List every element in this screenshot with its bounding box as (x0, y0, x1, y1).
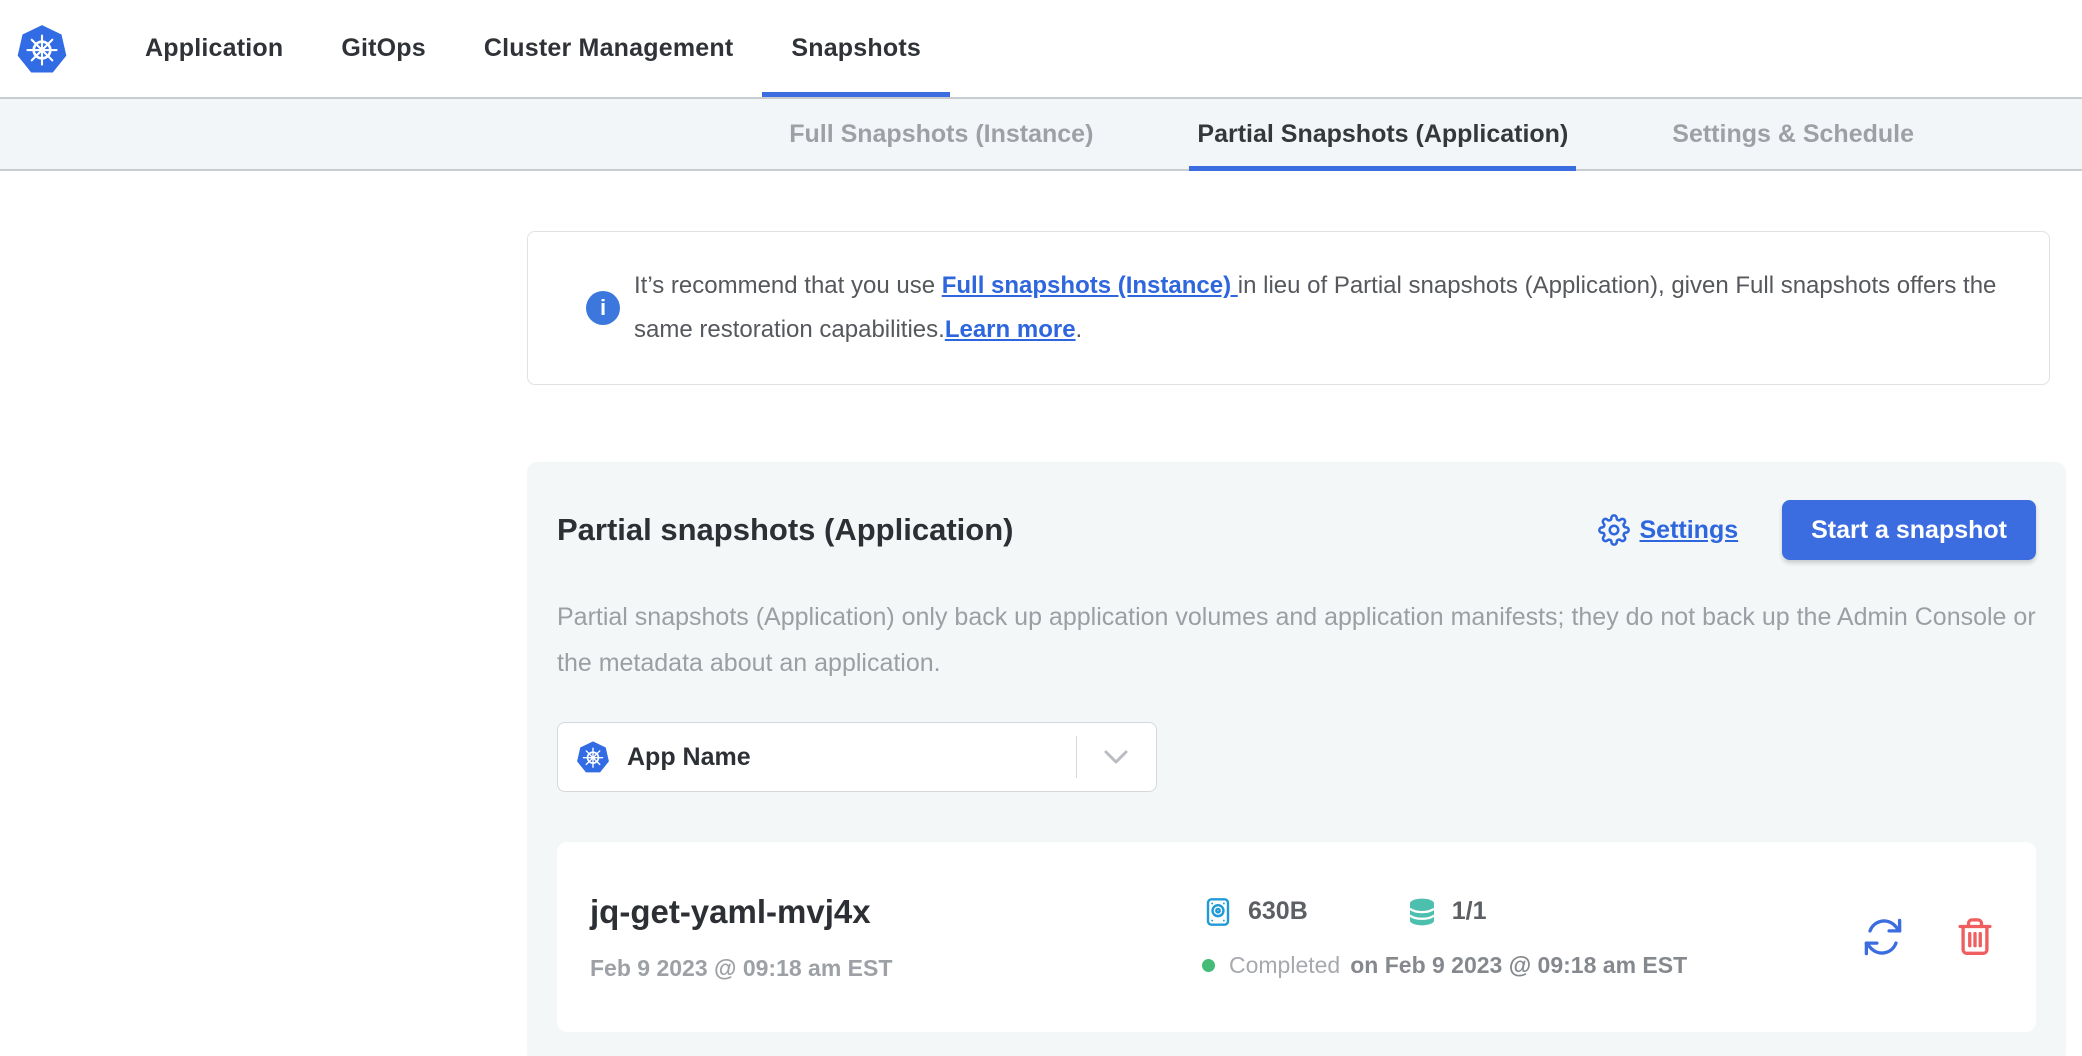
snapshot-volumes-metric: 1/1 (1406, 896, 1487, 928)
app-name-select[interactable]: App Name (557, 722, 1157, 792)
delete-snapshot-button[interactable] (1954, 916, 1996, 958)
trash-icon (1954, 916, 1996, 958)
nav-item-cluster-management[interactable]: Cluster Management (455, 0, 763, 97)
snapshot-volumes-value: 1/1 (1452, 897, 1487, 926)
nav-item-application[interactable]: Application (116, 0, 312, 97)
gear-icon (1598, 514, 1630, 546)
restore-icon (1862, 916, 1904, 958)
snapshot-finished-timestamp: on Feb 9 2023 @ 09:18 am EST (1350, 952, 1687, 979)
tab-partial-snapshots-application[interactable]: Partial Snapshots (Application) (1197, 99, 1568, 169)
snapshot-actions (1862, 916, 1996, 958)
snapshot-metrics-top: 630B 1/1 (1202, 896, 1862, 928)
primary-nav: Application GitOps Cluster Management Sn… (116, 0, 950, 97)
snapshot-metrics: 630B 1/1 (1202, 896, 1862, 979)
snapshot-status-line: Completed on Feb 9 2023 @ 09:18 am EST (1202, 952, 1862, 979)
snapshot-name: jq-get-yaml-mvj4x (590, 893, 1202, 931)
snapshot-size-value: 630B (1248, 897, 1308, 926)
panel-title: Partial snapshots (Application) (557, 512, 1598, 548)
snapshot-info: jq-get-yaml-mvj4x Feb 9 2023 @ 09:18 am … (590, 893, 1202, 982)
settings-link[interactable]: Settings (1598, 514, 1739, 546)
status-dot-icon (1202, 959, 1215, 972)
nav-item-snapshots[interactable]: Snapshots (762, 0, 950, 97)
snapshot-status: Completed (1229, 952, 1340, 979)
app-select-value: App Name (627, 743, 751, 772)
start-snapshot-button[interactable]: Start a snapshot (1782, 500, 2036, 560)
tab-settings-schedule[interactable]: Settings & Schedule (1672, 99, 1914, 169)
panel-description: Partial snapshots (Application) only bac… (557, 594, 2036, 686)
top-nav: Application GitOps Cluster Management Sn… (0, 0, 2082, 97)
info-icon: i (586, 291, 620, 325)
restore-snapshot-button[interactable] (1862, 916, 1904, 958)
snapshot-row: jq-get-yaml-mvj4x Feb 9 2023 @ 09:18 am … (557, 842, 2036, 1032)
info-banner: i It’s recommend that you use Full snaps… (527, 231, 2050, 385)
kubernetes-logo-icon[interactable] (16, 23, 68, 75)
chevron-down-icon (1104, 750, 1128, 764)
page-content: i It’s recommend that you use Full snaps… (527, 231, 2066, 1056)
banner-text-after: . (1076, 316, 1083, 343)
full-snapshots-instance-link[interactable]: Full snapshots (Instance) (942, 272, 1238, 299)
select-divider (1076, 736, 1077, 778)
panel-header: Partial snapshots (Application) Settings… (557, 500, 2036, 560)
snapshots-subnav: Full Snapshots (Instance) Partial Snapsh… (0, 97, 2082, 171)
partial-snapshots-panel: Partial snapshots (Application) Settings… (527, 462, 2066, 1056)
banner-text-before: It’s recommend that you use (634, 272, 942, 299)
tab-full-snapshots-instance[interactable]: Full Snapshots (Instance) (789, 99, 1093, 169)
database-icon (1406, 896, 1438, 928)
settings-label: Settings (1640, 516, 1739, 545)
nav-item-gitops[interactable]: GitOps (312, 0, 455, 97)
disk-icon (1202, 896, 1234, 928)
kubernetes-app-icon (576, 740, 610, 774)
learn-more-link[interactable]: Learn more (945, 316, 1076, 343)
info-banner-text: It’s recommend that you use Full snapsho… (634, 264, 2009, 352)
snapshot-size-metric: 630B (1202, 896, 1308, 928)
snapshot-started-timestamp: Feb 9 2023 @ 09:18 am EST (590, 955, 1202, 982)
